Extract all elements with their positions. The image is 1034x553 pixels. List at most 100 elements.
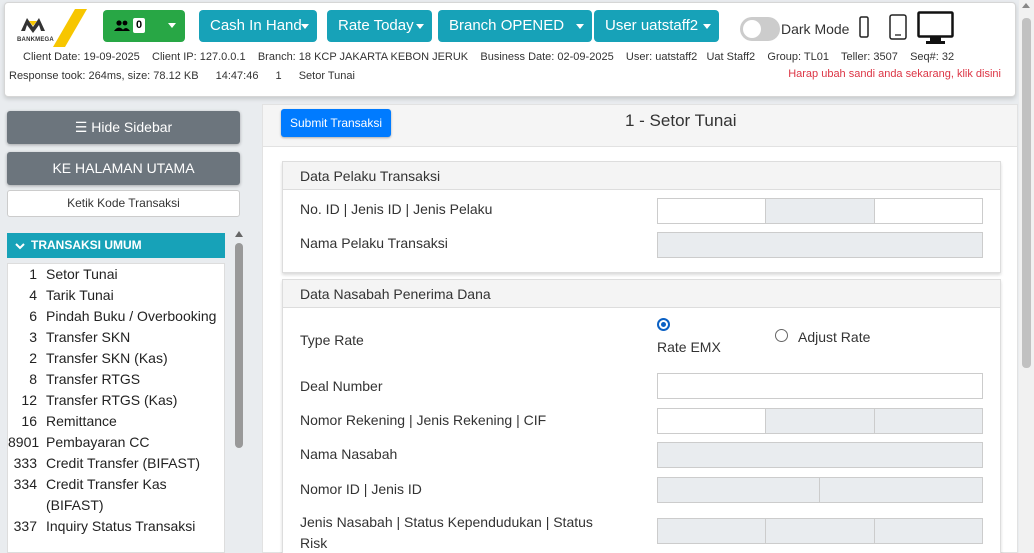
cash-in-hand-button[interactable]: Cash In Hand [199,10,317,42]
cif-field[interactable] [875,408,983,434]
user-info: User: uatstaff2 [625,51,698,63]
menu-item-code: 4 [29,287,37,303]
menu-item[interactable]: 3 Transfer SKN [8,327,224,348]
nama-nasabah-field[interactable] [657,442,983,468]
nama-nasabah-label: Nama Nasabah [300,446,398,462]
dark-mode-label: Dark Mode [781,21,850,37]
chevron-down-icon [703,24,711,29]
menu-item[interactable]: 2 Transfer SKN (Kas) [8,348,224,369]
nomor-id-field[interactable] [657,477,820,503]
business-date: Business Date: 02-09-2025 [480,51,614,63]
menu-item[interactable]: 337 Inquiry Status Transaksi [8,516,224,537]
menu-item[interactable]: 12 Transfer RTGS (Kas) [8,390,224,411]
nomor-rekening-field[interactable] [657,408,766,434]
branch-status-button[interactable]: Branch OPENED [438,10,592,42]
user-menu-button[interactable]: User uatstaff2 [594,10,719,42]
menu-item-label: Tarik Tunai [46,287,114,303]
menu-item-code: 2 [29,350,37,366]
menu-item[interactable]: 334 Credit Transfer Kas (BIFAST) [8,474,224,516]
pelaku-jenis-pelaku-field[interactable] [875,198,983,224]
chevron-down-icon [576,24,584,29]
scroll-up-icon[interactable] [1022,3,1030,8]
page-scroll-thumb[interactable] [1022,18,1031,368]
deal-number-label: Deal Number [300,378,383,394]
menu-item-label: Pembayaran CC [46,434,150,450]
change-password-link[interactable]: Harap ubah sandi anda sekarang, klik dis… [788,68,1001,80]
status-kependudukan-field[interactable] [766,518,875,544]
menu-scroll-thumb[interactable] [235,243,243,448]
chevron-down-icon [15,243,25,250]
status-risk-field[interactable] [875,518,983,544]
menu-item-code: 1 [29,266,37,282]
bank-brand-text: BANKMEGA [17,37,54,43]
menu-item[interactable]: 333 Credit Transfer (BIFAST) [8,453,224,474]
pelaku-no-id-field[interactable] [657,198,766,224]
pelaku-card-title: Data Pelaku Transaksi [283,162,1000,190]
seq-info: Seq#: 32 [910,51,955,63]
rate-today-label: Rate Today [338,17,414,34]
cash-in-hand-label: Cash In Hand [210,17,302,34]
jenis-rekening-field[interactable] [766,408,875,434]
menu-item-label: Setor Tunai [46,266,118,282]
menu-group-transaksi-umum[interactable]: TRANSAKSI UMUM [7,233,225,258]
rekening-label: Nomor Rekening | Jenis Rekening | CIF [300,412,547,428]
response-info: Response took: 264ms, size: 78.12 KB [9,70,199,82]
type-rate-label: Type Rate [300,332,364,348]
desktop-view-icon[interactable] [917,11,954,45]
menu-item[interactable]: 6 Pindah Buku / Overbooking [8,306,224,327]
pelaku-card: Data Pelaku Transaksi No. ID | Jenis ID … [282,161,1001,273]
nomor-id-label: Nomor ID | Jenis ID [300,481,422,497]
transaction-toolbar: Submit Transaksi 1 - Setor Tunai [263,105,1017,147]
adjust-rate-radio[interactable] [775,329,788,342]
nama-pelaku-field[interactable] [657,232,983,258]
menu-item[interactable]: 1 Setor Tunai [8,264,224,285]
menu-item-code: 12 [21,392,37,408]
phone-view-icon[interactable] [859,16,869,38]
hide-sidebar-button[interactable]: ☰ Hide Sidebar [7,111,240,144]
jenis-id-field[interactable] [820,477,983,503]
menu-item[interactable]: 16 Remittance [8,411,224,432]
users-icon [114,20,130,31]
page-scrollbar[interactable] [1019,0,1034,553]
menu-item-code: 8901 [8,434,40,450]
user-menu-label: User uatstaff2 [605,17,699,34]
online-users-button[interactable]: 0 [103,10,185,42]
menu-scrollbar[interactable] [233,229,245,553]
rate-emx-radio[interactable] [657,318,670,331]
menu-item[interactable]: 8901 Pembayaran CC [8,432,224,453]
nama-pelaku-label: Nama Pelaku Transaksi [300,235,448,251]
menu-group-label: TRANSAKSI UMUM [31,238,142,252]
deal-number-field[interactable] [657,373,983,399]
session-info-line-1: Client Date: 19-09-2025 Client IP: 127.0… [23,51,954,63]
chevron-down-icon [416,24,424,29]
transaction-menu-list: 1 Setor Tunai 4 Tarik Tunai 6 Pindah Buku /… [7,263,225,553]
group-info: Group: TL01 [767,51,829,63]
adjust-rate-label: Adjust Rate [798,329,871,345]
pelaku-jenis-id-field[interactable] [766,198,875,224]
kode-transaksi-input[interactable]: Ketik Kode Transaksi [7,190,240,217]
chevron-down-icon [168,23,176,28]
scroll-up-icon[interactable] [235,231,243,237]
menu-item-code: 8 [29,371,37,387]
home-button[interactable]: KE HALAMAN UTAMA [7,152,240,185]
jenis-nasabah-field[interactable] [657,518,766,544]
tablet-view-icon[interactable] [889,14,907,40]
menu-item-code: 16 [21,413,37,429]
page-title: 1 - Setor Tunai [625,111,737,130]
menu-item-label: Remittance [46,413,117,429]
jenis-nasabah-label: Jenis Nasabah | Status Kependudukan | St… [300,514,593,551]
teller-info: Teller: 3507 [840,51,898,63]
nasabah-card: Data Nasabah Penerima Dana Type Rate Rat… [282,279,1001,553]
menu-item-code: 334 [13,476,37,492]
menu-item-code: 6 [29,308,37,324]
menu-item-label: Transfer SKN (Kas) [46,350,168,366]
submit-transaksi-button[interactable]: Submit Transaksi [281,109,391,137]
menu-item-label: Credit Transfer (BIFAST) [46,455,201,471]
branch-status-label: Branch OPENED [449,17,565,34]
rate-today-button[interactable]: Rate Today [327,10,432,42]
menu-item[interactable]: 4 Tarik Tunai [8,285,224,306]
dark-mode-toggle[interactable] [740,17,780,41]
menu-item[interactable]: 8 Transfer RTGS [8,369,224,390]
tx-code-info: 1 [275,70,282,82]
user-name: Uat Staff2 [706,51,756,63]
